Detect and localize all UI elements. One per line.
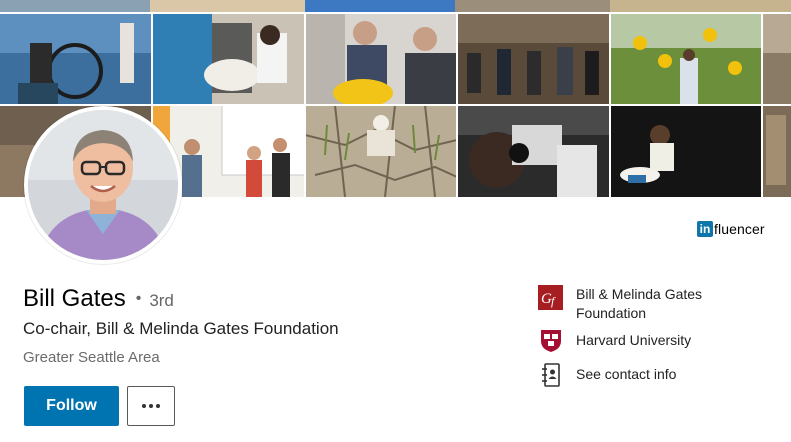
ellipsis-icon bbox=[142, 404, 160, 408]
harvard-shield-icon bbox=[538, 328, 563, 353]
address-book-icon bbox=[538, 362, 563, 387]
current-company-item[interactable]: G f Bill & Melinda Gates Foundation bbox=[538, 285, 702, 323]
gates-foundation-logo-icon: G f bbox=[538, 285, 563, 310]
company-name-line-1: Bill & Melinda Gates bbox=[576, 286, 703, 302]
contact-info-item[interactable]: See contact info bbox=[538, 362, 676, 387]
company-name-line-2: Foundation bbox=[576, 305, 647, 321]
profile-avatar[interactable] bbox=[24, 106, 182, 264]
education-item[interactable]: Harvard University bbox=[538, 328, 691, 353]
follow-button[interactable]: Follow bbox=[24, 386, 119, 426]
linkedin-in-icon: in bbox=[697, 221, 713, 237]
profile-headline: Co-chair, Bill & Melinda Gates Foundatio… bbox=[23, 319, 339, 338]
connection-degree: 3rd bbox=[149, 291, 174, 310]
education-label: Harvard University bbox=[576, 332, 692, 348]
influencer-badge: in fluencer bbox=[697, 221, 765, 237]
more-actions-button[interactable] bbox=[127, 386, 175, 426]
avatar-photo bbox=[28, 110, 178, 260]
profile-name: Bill Gates bbox=[23, 285, 126, 312]
influencer-label: fluencer bbox=[714, 221, 765, 237]
profile-location: Greater Seattle Area bbox=[23, 349, 160, 366]
degree-separator: • bbox=[135, 290, 142, 307]
current-company-label: Bill & Melinda Gates Foundation bbox=[576, 285, 702, 323]
name-row: Bill Gates • 3rd bbox=[23, 285, 174, 313]
see-contact-info-link[interactable]: See contact info bbox=[576, 362, 676, 387]
